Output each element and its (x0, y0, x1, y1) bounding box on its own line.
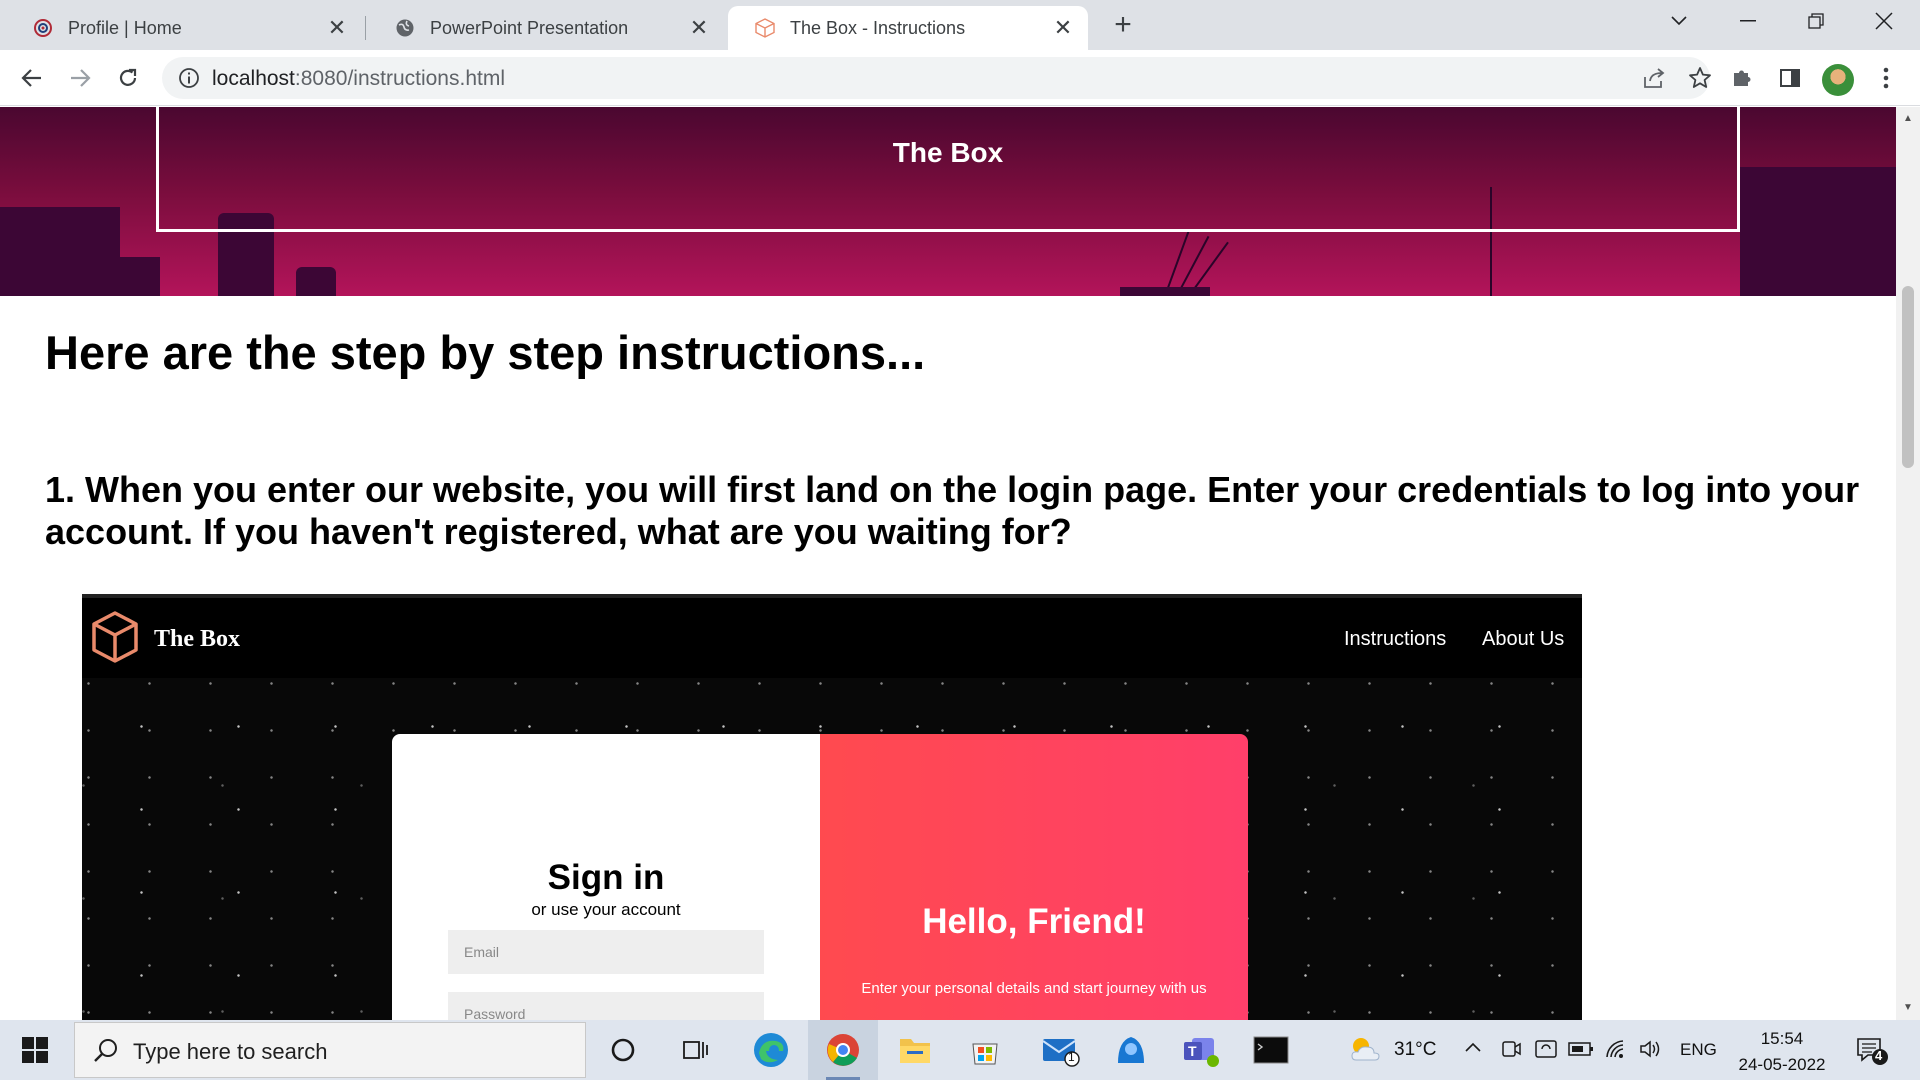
teams-icon[interactable]: T (1166, 1020, 1236, 1080)
minimize-icon[interactable] (1714, 0, 1782, 42)
address-bar[interactable]: localhost:8080/instructions.html (162, 57, 1711, 99)
tab-close-icon[interactable]: ✕ (688, 15, 710, 41)
globe-icon (394, 17, 416, 39)
login-page-screenshot: The Box Instructions About Us Sign in or… (82, 594, 1582, 1020)
search-placeholder: Type here to search (133, 1039, 328, 1064)
hero-title-frame: The Box (156, 107, 1740, 232)
azure-data-studio-icon[interactable] (1096, 1020, 1166, 1080)
tab-close-icon[interactable]: ✕ (326, 15, 348, 41)
hero-building-shape (0, 207, 120, 296)
notification-count: 4 (1875, 1048, 1883, 1063)
taskbar-search-input[interactable]: Type here to search (74, 1022, 586, 1078)
notification-center-icon[interactable]: 4 (1856, 1036, 1890, 1071)
box-logo-icon (90, 610, 140, 669)
tab-profile-home[interactable]: Profile | Home ✕ (6, 6, 362, 50)
back-arrow-icon[interactable] (14, 60, 50, 96)
hello-title: Hello, Friend! (922, 902, 1146, 941)
close-window-icon[interactable] (1850, 0, 1918, 42)
mail-icon[interactable]: 1 (1026, 1020, 1096, 1080)
meet-now-icon[interactable] (1500, 1038, 1522, 1065)
step-1-text: 1. When you enter our website, you will … (45, 469, 1860, 552)
reload-icon[interactable] (110, 60, 146, 96)
hero-title: The Box (892, 137, 1004, 168)
hero-building-shape (1740, 167, 1896, 296)
site-info-icon[interactable] (178, 67, 200, 94)
url-host: localhost (212, 67, 295, 90)
tab-close-icon[interactable]: ✕ (1052, 15, 1074, 41)
hero-ground-shape (1120, 287, 1210, 296)
box-icon (754, 17, 776, 39)
tab-powerpoint[interactable]: PowerPoint Presentation ✕ (368, 6, 724, 50)
windows-start-icon[interactable] (22, 1037, 48, 1068)
page-viewport: The Box Here are the step by step instru… (0, 107, 1896, 1020)
weather-temperature[interactable]: 31°C (1394, 1039, 1436, 1061)
screenshot-nav-instructions: Instructions (1344, 628, 1447, 650)
page-scrollbar[interactable]: ▲ ▼ (1896, 107, 1920, 1020)
svg-text:T: T (1188, 1043, 1197, 1059)
page-heading: Here are the step by step instructions..… (45, 326, 926, 379)
hello-subtitle: Enter your personal details and start jo… (861, 980, 1207, 997)
microsoft-store-icon[interactable] (950, 1020, 1020, 1080)
extensions-puzzle-icon[interactable] (1724, 60, 1760, 96)
url-path: :8080/instructions.html (294, 67, 505, 90)
hello-panel: Hello, Friend! Enter your personal detai… (820, 734, 1248, 1020)
target-icon (32, 17, 54, 39)
wifi-icon[interactable] (1604, 1038, 1628, 1065)
share-icon[interactable] (1636, 60, 1672, 96)
password-field: Password (448, 992, 764, 1020)
tab-the-box-instructions[interactable]: The Box - Instructions ✕ (728, 6, 1088, 50)
tab-title: Profile | Home (68, 17, 182, 38)
clock-date: 24-05-2022 (1738, 1055, 1826, 1074)
windows-taskbar: Type here to search 1 T 31°C ENG 15:54 2… (0, 1020, 1920, 1080)
search-icon (93, 1037, 119, 1068)
tab-title: PowerPoint Presentation (430, 17, 629, 38)
tab-separator (365, 16, 366, 40)
language-indicator[interactable]: ENG (1680, 1040, 1717, 1060)
bookmark-star-icon[interactable] (1682, 60, 1718, 96)
clock-time: 15:54 (1760, 1029, 1804, 1048)
tab-search-chevron-icon[interactable] (1645, 0, 1713, 42)
url-text: localhost:8080/instructions.html (212, 67, 505, 91)
new-tab-button[interactable]: + (1106, 8, 1140, 42)
screenshot-navbar: The Box Instructions About Us (82, 598, 1582, 678)
sync-icon[interactable] (1534, 1038, 1558, 1065)
file-explorer-icon[interactable] (880, 1020, 950, 1080)
hero-banner: The Box (0, 107, 1896, 296)
restore-icon[interactable] (1782, 0, 1850, 42)
battery-icon[interactable] (1568, 1041, 1594, 1062)
more-menu-icon[interactable] (1868, 60, 1904, 96)
terminal-icon[interactable] (1236, 1020, 1306, 1080)
hero-building-shape (296, 267, 336, 296)
mail-badge: 1 (1068, 1050, 1075, 1064)
scroll-down-arrow-icon[interactable]: ▼ (1902, 1002, 1914, 1014)
email-field: Email (448, 930, 764, 974)
screenshot-nav-about-us: About Us (1482, 628, 1565, 650)
tab-strip: Profile | Home ✕ PowerPoint Presentation… (0, 0, 1920, 50)
tray-overflow-chevron-icon[interactable] (1464, 1040, 1482, 1058)
weather-icon[interactable] (1348, 1034, 1382, 1069)
signin-subtitle: or use your account (531, 900, 681, 919)
profile-avatar[interactable] (1822, 64, 1854, 96)
task-view-icon[interactable] (660, 1020, 730, 1080)
cortana-icon[interactable] (588, 1020, 658, 1080)
forward-arrow-icon[interactable] (62, 60, 98, 96)
tab-title: The Box - Instructions (790, 17, 966, 38)
screenshot-brand: The Box (154, 626, 241, 652)
side-panel-icon[interactable] (1772, 60, 1808, 96)
signin-card: Sign in or use your account Email Passwo… (392, 734, 820, 1020)
hero-building-shape (120, 257, 160, 296)
scroll-thumb[interactable] (1902, 286, 1914, 468)
volume-icon[interactable] (1638, 1038, 1662, 1065)
chrome-browser-icon[interactable] (808, 1020, 878, 1080)
signin-title: Sign in (547, 858, 665, 897)
browser-toolbar: localhost:8080/instructions.html (0, 50, 1920, 106)
scroll-up-arrow-icon[interactable]: ▲ (1902, 113, 1914, 125)
taskbar-clock[interactable]: 15:54 24-05-2022 (1724, 1026, 1840, 1078)
edge-browser-icon[interactable] (736, 1020, 806, 1080)
